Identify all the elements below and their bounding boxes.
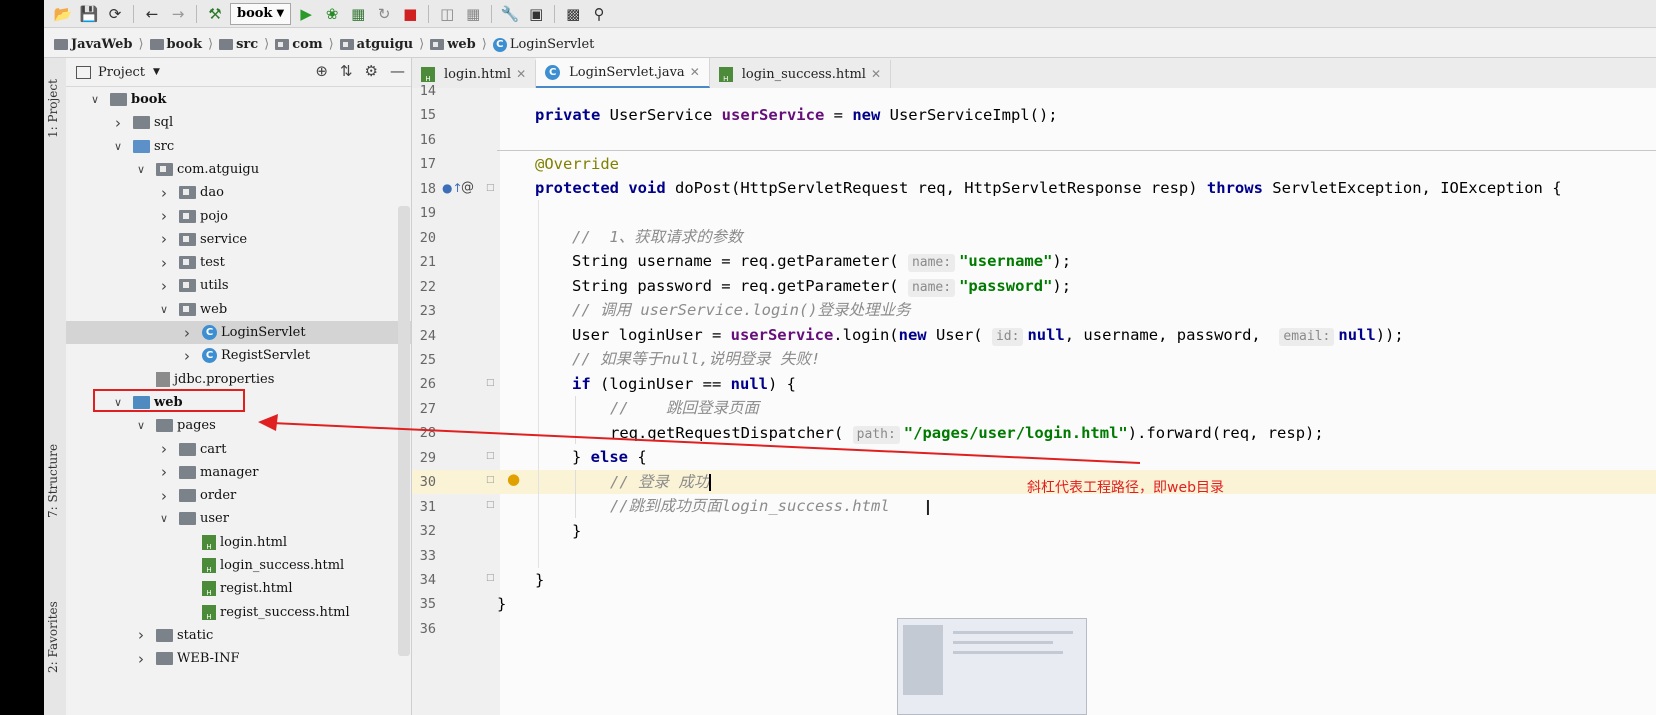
annotation-arrow <box>258 414 1141 464</box>
video-thumbnail[interactable] <box>897 618 1087 715</box>
thumbnail-bar <box>953 631 1073 634</box>
thumbnail-bar <box>953 651 1063 654</box>
thumbnail-bar <box>903 625 943 695</box>
thumbnail-bar <box>953 641 1053 644</box>
annotation-note: 斜杠代表工程路径，即web目录 <box>1027 480 1224 496</box>
